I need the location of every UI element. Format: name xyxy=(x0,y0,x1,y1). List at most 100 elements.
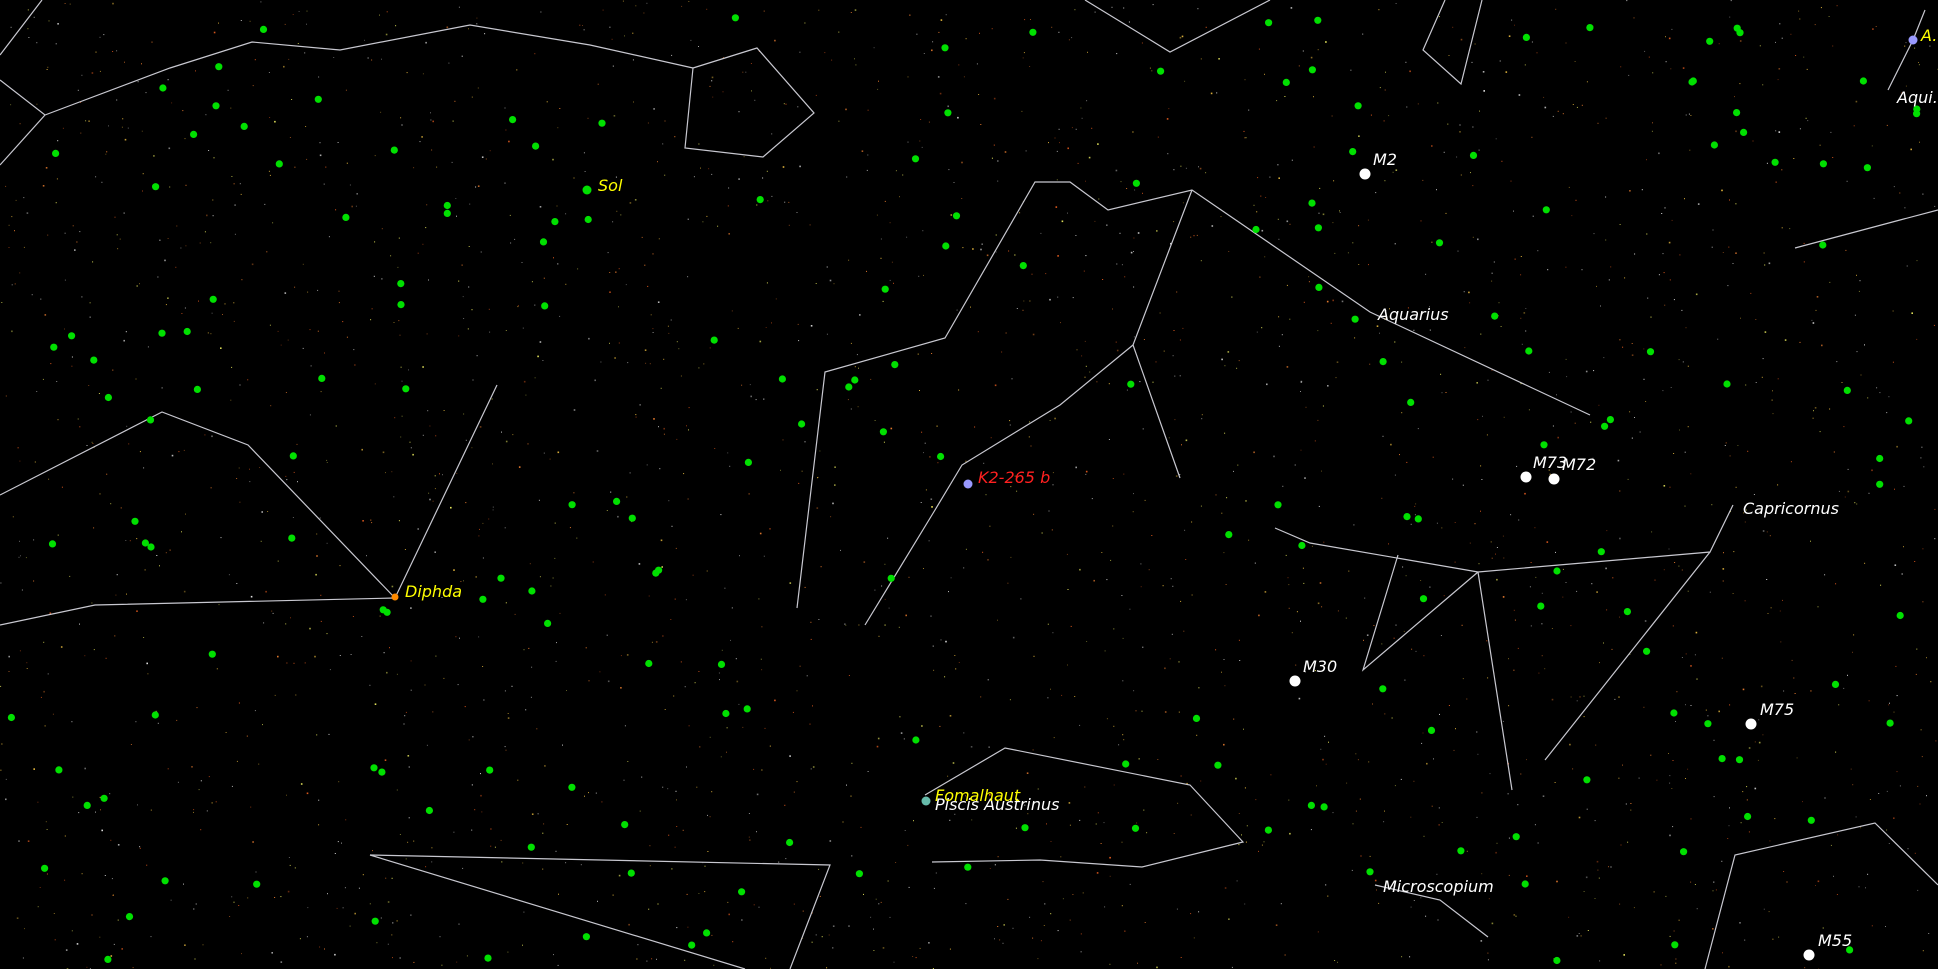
exoplanet-host-star[interactable] xyxy=(1314,16,1322,24)
exoplanet-host-star[interactable] xyxy=(1427,726,1436,735)
exoplanet-host-star[interactable] xyxy=(1315,283,1323,291)
exoplanet-host-star[interactable] xyxy=(1583,776,1591,784)
exoplanet-host-star[interactable] xyxy=(1308,199,1316,207)
exoplanet-host-star[interactable] xyxy=(627,869,635,877)
exoplanet-host-star[interactable] xyxy=(314,95,322,103)
exoplanet-host-star[interactable] xyxy=(125,913,134,921)
m75-label[interactable]: M75 xyxy=(1760,700,1794,719)
exoplanet-host-star[interactable] xyxy=(1521,880,1529,888)
exoplanet-host-star[interactable] xyxy=(1542,206,1550,214)
exoplanet-host-star[interactable] xyxy=(141,539,149,547)
exoplanet-host-star[interactable] xyxy=(1029,28,1037,36)
top-right-star-marker[interactable] xyxy=(1908,35,1918,45)
exoplanet-host-star[interactable] xyxy=(756,196,764,204)
exoplanet-host-star[interactable] xyxy=(253,880,261,888)
exoplanet-host-star[interactable] xyxy=(532,142,540,150)
exoplanet-host-star[interactable] xyxy=(1307,801,1315,810)
exoplanet-host-star[interactable] xyxy=(1913,110,1921,118)
exoplanet-host-star[interactable] xyxy=(159,84,167,92)
exoplanet-host-star[interactable] xyxy=(259,25,268,33)
exoplanet-host-star[interactable] xyxy=(703,929,711,937)
exoplanet-host-star[interactable] xyxy=(1021,824,1029,832)
exoplanet-host-star[interactable] xyxy=(1225,531,1233,539)
exoplanet-host-star[interactable] xyxy=(425,806,433,815)
exoplanet-host-star[interactable] xyxy=(539,238,548,246)
selected-exoplanet-label[interactable]: K2-265 b xyxy=(978,468,1050,487)
exoplanet-host-star[interactable] xyxy=(1414,515,1422,523)
exoplanet-host-star[interactable] xyxy=(104,955,112,964)
exoplanet-host-star[interactable] xyxy=(1314,224,1322,232)
exoplanet-host-star[interactable] xyxy=(212,102,220,110)
exoplanet-host-star[interactable] xyxy=(551,218,559,226)
exoplanet-host-star[interactable] xyxy=(937,452,945,461)
exoplanet-host-star[interactable] xyxy=(738,888,746,896)
exoplanet-host-star[interactable] xyxy=(183,327,191,336)
exoplanet-host-star[interactable] xyxy=(743,705,751,713)
exoplanet-host-star[interactable] xyxy=(1740,128,1748,136)
exoplanet-host-star[interactable] xyxy=(289,452,297,460)
exoplanet-host-star[interactable] xyxy=(688,941,696,949)
exoplanet-host-star[interactable] xyxy=(50,343,58,351)
exoplanet-host-star[interactable] xyxy=(1706,37,1714,45)
exoplanet-host-star[interactable] xyxy=(1905,417,1913,425)
exoplanet-host-star[interactable] xyxy=(371,917,379,925)
aquarius-label[interactable]: Aquarius xyxy=(1377,305,1449,324)
exoplanet-host-star[interactable] xyxy=(544,619,552,628)
exoplanet-host-star[interactable] xyxy=(1522,33,1530,42)
exoplanet-host-star[interactable] xyxy=(55,766,63,774)
exoplanet-host-star[interactable] xyxy=(390,146,398,154)
m72-marker[interactable] xyxy=(1548,473,1560,485)
exoplanet-host-star[interactable] xyxy=(275,160,283,168)
exoplanet-host-star[interactable] xyxy=(193,385,201,393)
exoplanet-host-star[interactable] xyxy=(731,14,740,22)
exoplanet-host-star[interactable] xyxy=(379,606,387,614)
diphda-label[interactable]: Diphda xyxy=(405,582,462,601)
exoplanet-host-star[interactable] xyxy=(1807,816,1815,824)
exoplanet-host-star[interactable] xyxy=(1689,77,1697,85)
exoplanet-host-star[interactable] xyxy=(621,821,629,829)
top-right-star-label[interactable]: A... xyxy=(1920,26,1938,45)
exoplanet-host-star[interactable] xyxy=(655,566,663,574)
exoplanet-host-star[interactable] xyxy=(1407,398,1415,406)
exoplanet-host-star[interactable] xyxy=(722,709,730,718)
exoplanet-host-star[interactable] xyxy=(1537,602,1545,610)
exoplanet-host-star[interactable] xyxy=(1876,454,1884,463)
exoplanet-host-star[interactable] xyxy=(1132,179,1140,187)
exoplanet-host-star[interactable] xyxy=(645,659,653,668)
exoplanet-host-star[interactable] xyxy=(1379,685,1387,693)
exoplanet-host-star[interactable] xyxy=(397,280,405,288)
exoplanet-host-star[interactable] xyxy=(342,213,350,221)
exoplanet-host-star[interactable] xyxy=(1876,480,1884,488)
exoplanet-host-star[interactable] xyxy=(1512,833,1520,841)
exoplanet-host-star[interactable] xyxy=(911,155,920,163)
exoplanet-host-star[interactable] xyxy=(443,201,451,210)
m30-marker[interactable] xyxy=(1289,675,1301,687)
exoplanet-host-star[interactable] xyxy=(1819,160,1827,168)
exoplanet-host-star[interactable] xyxy=(1282,78,1290,86)
exoplanet-host-star[interactable] xyxy=(964,863,972,871)
exoplanet-host-star[interactable] xyxy=(568,501,576,509)
exoplanet-host-star[interactable] xyxy=(402,385,410,393)
exoplanet-host-star[interactable] xyxy=(479,595,487,603)
exoplanet-host-star[interactable] xyxy=(881,285,889,293)
exoplanet-host-star[interactable] xyxy=(717,660,726,669)
m30-label[interactable]: M30 xyxy=(1303,657,1337,676)
m55-label[interactable]: M55 xyxy=(1818,931,1852,950)
exoplanet-host-star[interactable] xyxy=(1298,541,1306,550)
m2-label[interactable]: M2 xyxy=(1373,150,1397,169)
exoplanet-host-star[interactable] xyxy=(952,212,961,220)
exoplanet-host-star[interactable] xyxy=(1643,647,1651,655)
exoplanet-host-star[interactable] xyxy=(1718,755,1726,763)
exoplanet-host-star[interactable] xyxy=(370,764,378,772)
exoplanet-host-star[interactable] xyxy=(100,794,108,802)
exoplanet-host-star[interactable] xyxy=(1723,380,1731,388)
exoplanet-host-star[interactable] xyxy=(1403,513,1411,521)
exoplanet-host-star[interactable] xyxy=(83,801,91,810)
capricornus-label[interactable]: Capricornus xyxy=(1743,499,1839,518)
exoplanet-host-star[interactable] xyxy=(1733,24,1741,32)
exoplanet-host-star[interactable] xyxy=(855,870,864,878)
exoplanet-host-star[interactable] xyxy=(744,458,753,466)
exoplanet-host-star[interactable] xyxy=(1540,441,1548,449)
fomalhaut-label[interactable]: Fomalhaut xyxy=(935,786,1021,805)
exoplanet-host-star[interactable] xyxy=(1252,225,1260,234)
